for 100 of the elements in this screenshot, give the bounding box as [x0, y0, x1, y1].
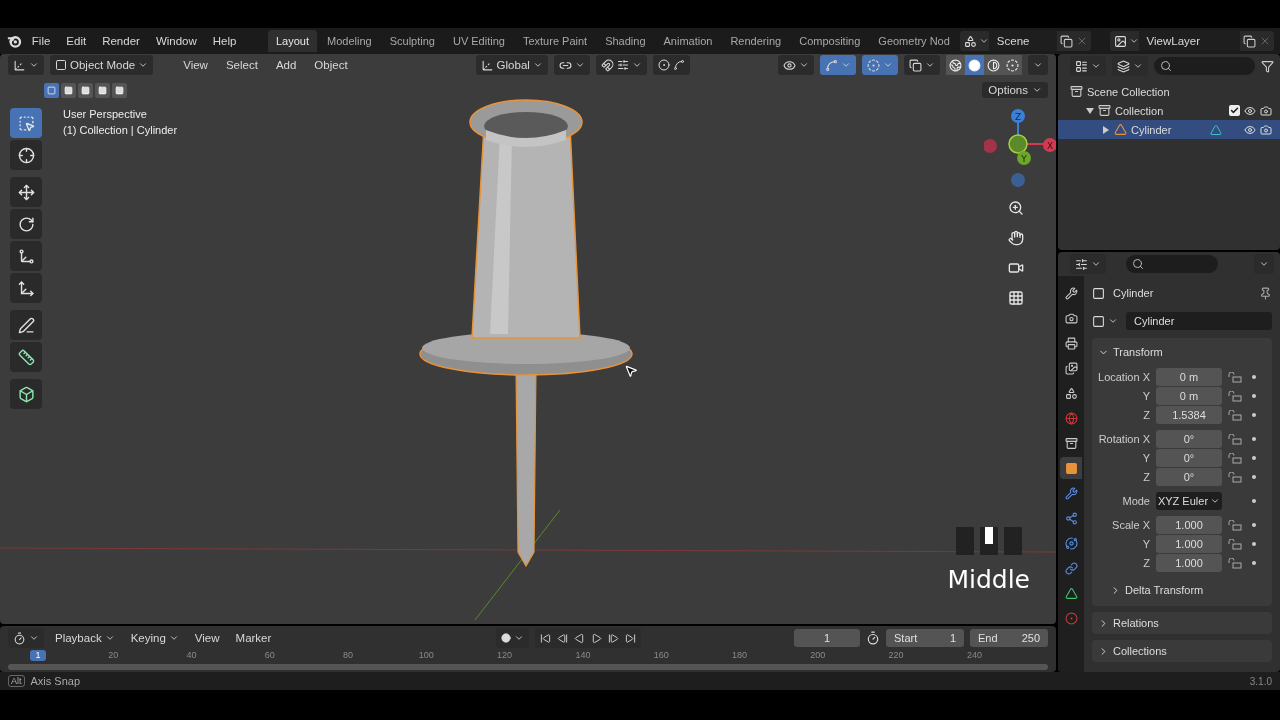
eye-icon[interactable] [1244, 123, 1256, 136]
keyframe-dot[interactable] [1252, 523, 1256, 527]
transform-panel-header[interactable]: Transform [1092, 342, 1272, 362]
selection-mode-button[interactable] [78, 82, 93, 98]
menu-item[interactable]: Keying [125, 628, 184, 648]
workspace-tab[interactable]: Sculpting [381, 30, 443, 52]
mode-dropdown[interactable]: Object Mode [50, 55, 154, 75]
transform-tool[interactable] [10, 273, 42, 303]
xray-toggle[interactable] [904, 55, 940, 75]
scale-tool[interactable] [10, 241, 42, 271]
end-frame-field[interactable]: End 250 [970, 629, 1048, 647]
camera-icon[interactable] [1260, 123, 1272, 136]
scene-name-field[interactable]: Scene [988, 31, 1057, 51]
workspace-tab[interactable]: Geometry Nod [870, 30, 958, 52]
panel-header[interactable]: Collections [1092, 640, 1272, 662]
scrollbar[interactable] [8, 664, 1048, 670]
orientation-dropdown[interactable]: Global [475, 55, 548, 75]
start-frame-field[interactable]: Start 1 [886, 629, 964, 647]
annotate-tool[interactable] [10, 310, 42, 340]
keyframe-dot[interactable] [1252, 475, 1256, 479]
image-icon[interactable] [1113, 34, 1127, 48]
view-layer-field[interactable]: ViewLayer [1138, 31, 1240, 51]
disclosure-triangle-icon[interactable] [1086, 106, 1094, 115]
menu-item[interactable]: View [177, 59, 214, 71]
lock-icon[interactable] [1228, 519, 1242, 531]
search-field[interactable] [1154, 57, 1255, 75]
close-icon[interactable] [1259, 35, 1271, 47]
workspace-tab[interactable]: Layout [268, 30, 318, 52]
menu-item[interactable]: Add [269, 59, 303, 71]
subpanel-header[interactable]: Delta Transform [1092, 580, 1272, 600]
selection-mode-button[interactable] [112, 82, 127, 98]
copy-icon[interactable] [1059, 34, 1073, 48]
workspace-tab[interactable]: Compositing [791, 30, 869, 52]
rendered-shading-button[interactable] [1003, 55, 1022, 75]
workspace-tab[interactable]: Texture Paint [514, 30, 596, 52]
pivot-button[interactable] [553, 55, 590, 75]
camera-icon[interactable] [1260, 104, 1272, 117]
material-shading-button[interactable] [984, 55, 1003, 75]
menu-item[interactable]: Playback [50, 628, 120, 648]
editor-type-button[interactable] [8, 55, 44, 75]
lock-icon[interactable] [1228, 538, 1242, 550]
menu-item[interactable]: Edit [59, 32, 94, 50]
keyframe-dot[interactable] [1252, 561, 1256, 565]
number-field[interactable]: 0° [1156, 430, 1222, 448]
lock-icon[interactable] [1228, 452, 1242, 464]
number-field[interactable]: 0 m [1156, 387, 1222, 405]
workspace-tab[interactable]: Modeling [319, 30, 380, 52]
object-name-field[interactable]: Cylinder [1126, 312, 1272, 330]
menu-item[interactable]: Object [308, 59, 354, 71]
filter-icon[interactable] [1261, 59, 1274, 73]
add-cube-tool[interactable] [10, 379, 42, 409]
workspace-tab[interactable]: Rendering [722, 30, 790, 52]
copy-icon[interactable] [1243, 34, 1256, 48]
search-field[interactable] [1126, 255, 1218, 273]
lock-icon[interactable] [1228, 390, 1242, 402]
number-field[interactable]: 0° [1156, 449, 1222, 467]
eye-icon[interactable] [1244, 104, 1256, 117]
keyframe-dot[interactable] [1252, 456, 1256, 460]
keyframe-dot[interactable] [1252, 542, 1256, 546]
axis-gizmo[interactable]: Y Z X [984, 108, 1056, 190]
outliner-row[interactable]: Cylinder [1058, 120, 1280, 139]
gizmo-toggle[interactable] [820, 55, 856, 75]
number-field[interactable]: 1.000 [1156, 516, 1222, 534]
object-properties-tab[interactable] [1060, 457, 1082, 479]
overlay-toggle[interactable] [862, 55, 898, 75]
workspace-tab[interactable]: Animation [655, 30, 721, 52]
lock-icon[interactable] [1228, 409, 1242, 421]
stopwatch-icon[interactable] [866, 631, 880, 645]
move-tool[interactable] [10, 177, 42, 207]
outliner-row[interactable]: Scene Collection [1058, 82, 1280, 101]
number-field[interactable]: 0° [1156, 468, 1222, 486]
keyframe-dot[interactable] [1252, 437, 1256, 441]
workspace-tab[interactable]: UV Editing [444, 30, 513, 52]
menu-item[interactable]: View [189, 628, 225, 648]
disclosure-triangle-icon[interactable] [1102, 125, 1110, 134]
pin-icon[interactable] [1259, 286, 1272, 300]
snap-button[interactable] [595, 55, 647, 75]
playback-controls[interactable] [534, 628, 641, 648]
wireframe-shading-button[interactable] [946, 55, 965, 75]
lock-icon[interactable] [1228, 557, 1242, 569]
menu-item[interactable]: Marker [230, 628, 277, 648]
menu-item[interactable]: Select [219, 59, 264, 71]
cursor-tool[interactable] [10, 140, 42, 170]
number-field[interactable]: 1.000 [1156, 535, 1222, 553]
keyframe-dot[interactable] [1252, 375, 1256, 379]
menu-item[interactable]: Window [148, 32, 204, 50]
playhead[interactable]: 1 [30, 650, 46, 661]
menu-item[interactable]: File [24, 32, 58, 50]
lock-icon[interactable] [1228, 371, 1242, 383]
editor-type-button[interactable] [8, 628, 44, 648]
selection-mode-button[interactable] [61, 82, 76, 98]
number-field[interactable]: 0 m [1156, 368, 1222, 386]
menu-item[interactable]: Render [95, 32, 147, 50]
keyframe-dot[interactable] [1252, 499, 1256, 503]
measure-tool[interactable] [10, 342, 42, 372]
proportional-edit-button[interactable] [652, 55, 690, 75]
selection-mode-button[interactable] [44, 82, 59, 98]
options-dropdown[interactable]: Options [982, 82, 1048, 98]
auto-keying-button[interactable] [495, 628, 529, 648]
select-box-tool[interactable] [10, 108, 42, 138]
